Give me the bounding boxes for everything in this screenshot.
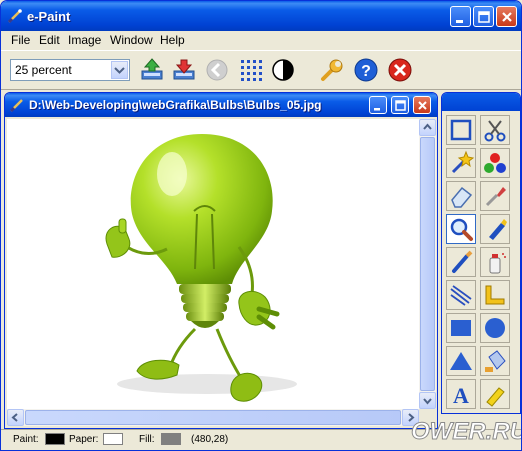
maximize-button[interactable]	[473, 6, 494, 27]
menu-help[interactable]: Help	[160, 33, 185, 47]
import-icon[interactable]	[139, 57, 165, 83]
scissors-icon	[484, 120, 506, 142]
doc-maximize-button[interactable]	[391, 96, 409, 114]
tool-fill-bucket[interactable]	[480, 346, 510, 376]
tool-triangle[interactable]	[446, 346, 476, 376]
paper-color-swatch[interactable]	[103, 433, 123, 445]
paint-color-swatch[interactable]	[45, 433, 65, 445]
tool-brush[interactable]	[446, 247, 476, 277]
tool-ellipse[interactable]	[480, 313, 510, 343]
close-button[interactable]	[496, 6, 517, 27]
scroll-thumb[interactable]	[420, 137, 435, 391]
zoom-value: 25 percent	[15, 63, 72, 77]
contrast-icon[interactable]	[270, 57, 296, 83]
scroll-thumb-h[interactable]	[25, 410, 401, 425]
menu-file[interactable]: File	[11, 33, 30, 47]
spray-can-icon	[489, 253, 506, 274]
watermark-logo: OWER.RU	[411, 418, 522, 446]
chevron-down-icon	[114, 67, 125, 74]
export-icon[interactable]	[171, 57, 197, 83]
rectangle-icon	[451, 320, 471, 336]
magnifier-icon	[450, 218, 473, 241]
title-bar[interactable]: e-Paint	[1, 1, 521, 31]
doc-close-button[interactable]	[413, 96, 431, 114]
paper-label: Paper:	[69, 434, 99, 445]
paint-label: Paint:	[13, 434, 39, 445]
tool-scissors[interactable]	[480, 115, 510, 145]
eyedropper-icon	[485, 187, 506, 207]
window-title: e-Paint	[27, 9, 71, 24]
maximize-icon	[478, 11, 490, 23]
bulb-character-image	[105, 134, 297, 402]
close-red-icon[interactable]	[387, 57, 413, 83]
triangle-icon	[450, 352, 472, 370]
line-icon	[450, 285, 472, 306]
fill-bucket-icon	[485, 350, 506, 372]
paintbrush-app-icon	[7, 9, 22, 24]
toolbar: 25 percent ?	[1, 50, 521, 90]
zoom-select[interactable]: 25 percent	[10, 59, 130, 81]
grid-icon[interactable]	[238, 57, 264, 83]
tool-rectangle-select[interactable]	[446, 115, 476, 145]
minimize-icon	[374, 108, 380, 111]
tool-color-picker[interactable]	[480, 148, 510, 178]
tool-magic-wand[interactable]	[446, 148, 476, 178]
document-window: D:\Web-Developing\webGrafika\Bulbs\Bulbs…	[4, 92, 438, 429]
maximize-icon	[395, 100, 406, 111]
arrow-left-icon	[11, 413, 18, 422]
help-icon[interactable]: ?	[353, 57, 379, 83]
menu-bar: File Edit Image Window Help	[1, 31, 521, 49]
minimize-icon	[456, 20, 463, 23]
fill-label: Fill:	[139, 434, 155, 445]
app-window: e-Paint File Edit Image Window Help 25 p…	[0, 0, 522, 451]
magic-wand-icon	[451, 150, 475, 174]
rectangle-select-icon	[450, 119, 472, 141]
vertical-scrollbar[interactable]	[419, 119, 436, 409]
close-icon	[502, 12, 512, 22]
arrow-up-icon	[423, 123, 432, 130]
marker-icon	[489, 219, 507, 240]
horizontal-scrollbar[interactable]	[7, 409, 419, 426]
scroll-left-button[interactable]	[7, 409, 24, 426]
paintbrush-doc-icon	[9, 99, 23, 113]
color-circles-icon	[484, 153, 506, 173]
watermark-text: OWER.RU	[411, 418, 522, 445]
brush-icon	[452, 250, 473, 273]
menu-edit[interactable]: Edit	[39, 33, 60, 47]
document-path: D:\Web-Developing\webGrafika\Bulbs\Bulbs…	[29, 98, 322, 112]
ellipse-icon	[485, 318, 505, 338]
document-title-bar[interactable]: D:\Web-Developing\webGrafika\Bulbs\Bulbs…	[5, 93, 437, 117]
wrench-icon[interactable]	[319, 57, 345, 83]
eraser-icon	[451, 186, 473, 208]
dropdown-arrow[interactable]	[111, 61, 128, 79]
tool-ruler[interactable]	[480, 280, 510, 310]
tool-line[interactable]	[446, 280, 476, 310]
tool-magnifier[interactable]	[446, 214, 476, 244]
cursor-coordinates: (480,28)	[191, 434, 229, 445]
scroll-up-button[interactable]	[419, 119, 436, 136]
ruler-icon	[485, 285, 505, 305]
menu-image[interactable]: Image	[68, 33, 101, 47]
tools-title-bar[interactable]	[442, 93, 520, 111]
tools-panel: A	[441, 92, 521, 414]
tool-rectangle[interactable]	[446, 313, 476, 343]
tool-spray-can[interactable]	[480, 247, 510, 277]
doc-minimize-button[interactable]	[369, 96, 387, 114]
back-icon[interactable]	[204, 57, 230, 83]
minimize-button[interactable]	[450, 6, 471, 27]
close-icon	[418, 101, 427, 110]
fill-color-swatch[interactable]	[161, 433, 181, 445]
svg-text:?: ?	[361, 63, 371, 80]
tool-eyedropper[interactable]	[480, 181, 510, 211]
image-canvas[interactable]	[7, 119, 419, 409]
menu-window[interactable]: Window	[110, 33, 153, 47]
tool-eraser[interactable]	[446, 181, 476, 211]
tool-marker[interactable]	[480, 214, 510, 244]
